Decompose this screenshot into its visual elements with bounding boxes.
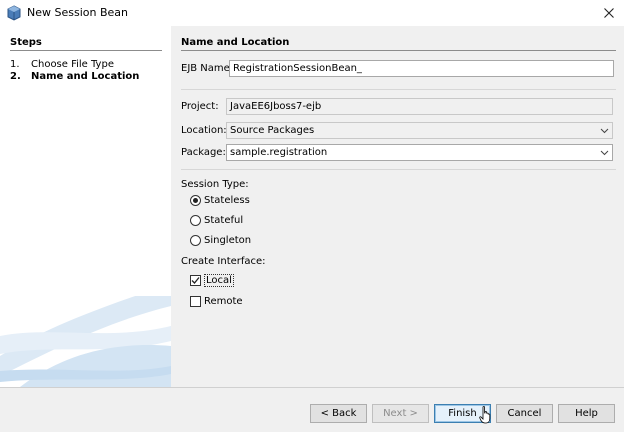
section-divider — [181, 50, 616, 51]
package-value: sample.registration — [230, 147, 328, 158]
title-bar: New Session Bean — [0, 0, 624, 26]
close-icon — [604, 8, 614, 18]
checkbox[interactable] — [190, 295, 201, 307]
location-value: Source Packages — [230, 125, 315, 136]
name-and-location-panel: Name and Location EJB Name: Registration… — [171, 26, 624, 387]
session-bean-icon — [6, 5, 22, 21]
close-button[interactable] — [594, 0, 624, 26]
back-button[interactable]: < Back — [310, 404, 367, 423]
checkbox-label: Local — [204, 273, 234, 287]
divider — [181, 89, 616, 90]
steps-title: Steps — [10, 37, 42, 48]
step-number: 2. — [10, 71, 21, 82]
checkbox-local[interactable]: Local — [190, 273, 234, 287]
step-name-and-location: 2. Name and Location — [10, 71, 139, 82]
radio-singleton[interactable]: Singleton — [190, 233, 251, 247]
radio-label: Singleton — [204, 234, 252, 246]
radio-stateful[interactable]: Stateful — [190, 213, 243, 227]
project-field: JavaEE6Jboss7-ejb — [226, 98, 613, 115]
create-interface-label: Create Interface: — [181, 256, 266, 267]
checkmark-icon — [191, 276, 200, 284]
radio-label: Stateful — [204, 214, 244, 226]
cancel-button[interactable]: Cancel — [496, 404, 553, 423]
package-label: Package: — [181, 147, 226, 158]
chevron-down-icon — [600, 128, 609, 134]
radio-button[interactable] — [190, 214, 201, 226]
radio-button[interactable] — [190, 194, 201, 206]
step-label: Name and Location — [31, 71, 140, 82]
location-label: Location: — [181, 125, 227, 136]
steps-divider — [10, 50, 162, 51]
decorative-swoosh — [0, 296, 171, 387]
checkbox-remote[interactable]: Remote — [190, 294, 243, 308]
ejb-name-label: EJB Name: — [181, 63, 234, 74]
step-choose-file-type: 1. Choose File Type — [10, 59, 114, 70]
radio-stateless[interactable]: Stateless — [190, 193, 250, 207]
chevron-down-icon — [600, 150, 609, 156]
session-type-label: Session Type: — [181, 179, 249, 190]
project-value: JavaEE6Jboss7-ejb — [230, 101, 322, 112]
step-label: Choose File Type — [31, 59, 114, 70]
steps-panel: Steps 1. Choose File Type 2. Name and Loca… — [0, 26, 171, 387]
mouse-cursor-icon — [479, 406, 491, 424]
radio-label: Stateless — [204, 194, 250, 206]
ejb-name-input[interactable]: RegistrationSessionBean_ — [229, 60, 614, 77]
radio-button[interactable] — [190, 234, 201, 246]
next-button[interactable]: Next > — [372, 404, 429, 423]
step-number: 1. — [10, 59, 20, 70]
checkbox-label: Remote — [204, 295, 243, 307]
divider — [181, 169, 616, 170]
window-title: New Session Bean — [27, 6, 128, 19]
checkbox[interactable] — [190, 274, 201, 286]
ejb-name-value: RegistrationSessionBean_ — [233, 63, 362, 74]
footer-divider — [0, 387, 624, 388]
section-title: Name and Location — [181, 37, 290, 48]
help-button[interactable]: Help — [558, 404, 615, 423]
location-select[interactable]: Source Packages — [226, 122, 613, 139]
project-label: Project: — [181, 101, 219, 112]
package-combobox[interactable]: sample.registration — [226, 144, 613, 161]
